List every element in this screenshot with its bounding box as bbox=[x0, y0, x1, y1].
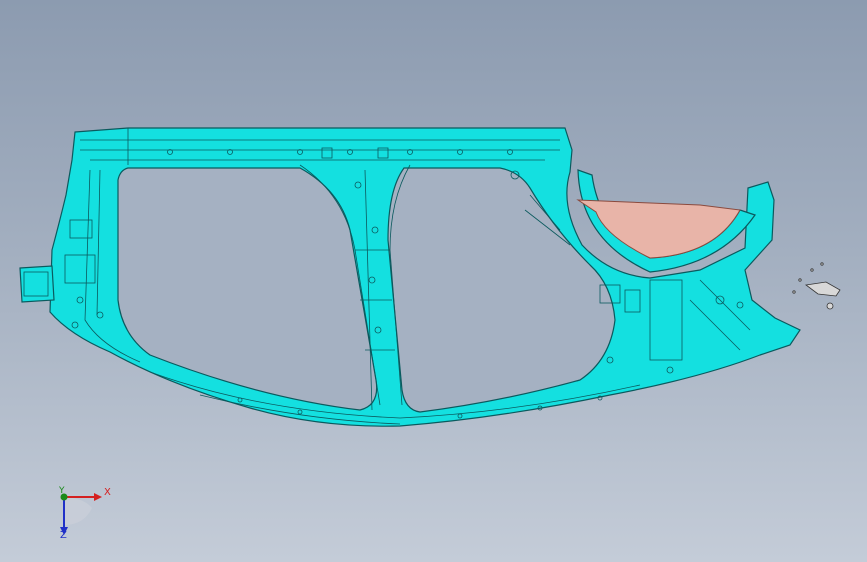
cad-model-view[interactable] bbox=[0, 0, 867, 562]
coordinate-triad-icon bbox=[60, 493, 102, 535]
loose-fastener-parts[interactable] bbox=[792, 262, 841, 310]
y-axis-label: Y bbox=[59, 486, 65, 496]
cad-graphics-viewport[interactable]: X Y Z bbox=[0, 0, 867, 562]
x-axis-label: X bbox=[104, 487, 111, 498]
body-side-frame-model[interactable] bbox=[19, 127, 801, 427]
z-axis-label: Z bbox=[60, 530, 67, 541]
